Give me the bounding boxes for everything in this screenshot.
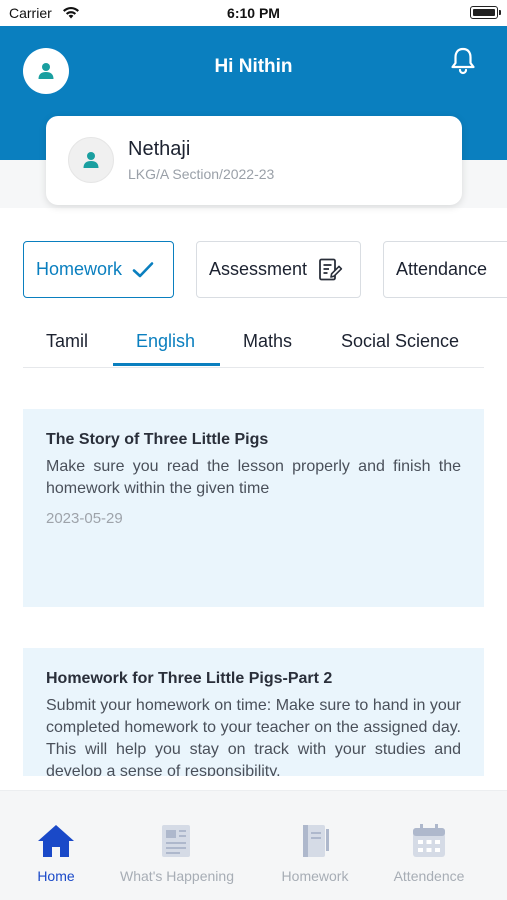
nav-label: What's Happening [120, 868, 234, 884]
assessment-icon [319, 258, 343, 280]
homework-date: 2023-05-29 [46, 510, 123, 527]
tab-english[interactable]: English [136, 331, 195, 352]
student-class-info: LKG/A Section/2022-23 [128, 166, 275, 182]
subject-tabs: Tamil English Maths Social Science [23, 322, 484, 368]
active-tab-indicator [113, 363, 220, 366]
nav-whats-happening[interactable]: What's Happening [107, 821, 247, 884]
greeting-title: Hi Nithin [214, 56, 293, 77]
attendance-category-button[interactable]: Attendance [383, 241, 507, 298]
tab-tamil[interactable]: Tamil [46, 331, 88, 352]
category-label: Homework [36, 259, 123, 279]
student-avatar [68, 137, 114, 183]
nav-attendence[interactable]: Attendence [359, 821, 499, 884]
homework-description: Submit your homework on time: Make sure … [46, 697, 461, 776]
notebook-icon [303, 825, 329, 857]
category-row: Homework Assessment Attendance [0, 241, 507, 299]
notification-bell-icon[interactable] [449, 46, 477, 76]
newspaper-icon [162, 825, 190, 857]
battery-icon [470, 6, 501, 19]
category-label: Assessment [209, 259, 308, 279]
homework-title: Homework for Three Little Pigs-Part 2 [46, 670, 333, 687]
tab-maths[interactable]: Maths [243, 331, 292, 352]
student-name: Nethaji [128, 138, 191, 160]
calendar-icon [413, 824, 445, 857]
nav-label: Attendence [393, 868, 465, 884]
homework-card[interactable]: The Story of Three Little Pigs Make sure… [23, 409, 484, 607]
check-icon [132, 261, 154, 277]
home-icon [38, 825, 74, 857]
homework-description: Make sure you read the lesson properly a… [46, 458, 461, 497]
status-bar: Carrier 6:10 PM [0, 0, 507, 26]
homework-title: The Story of Three Little Pigs [46, 431, 269, 448]
student-card[interactable]: Nethaji LKG/A Section/2022-23 [46, 116, 462, 205]
status-time: 6:10 PM [227, 5, 280, 21]
tab-social-science[interactable]: Social Science [341, 331, 459, 352]
category-label: Attendance [396, 259, 488, 279]
bottom-navigation: Home What's Happening Homework Attendenc… [0, 790, 507, 900]
homework-card[interactable]: Homework for Three Little Pigs-Part 2 Su… [23, 648, 484, 776]
assessment-category-button[interactable]: Assessment [196, 241, 361, 298]
homework-category-button[interactable]: Homework [23, 241, 174, 298]
user-icon [83, 152, 99, 168]
